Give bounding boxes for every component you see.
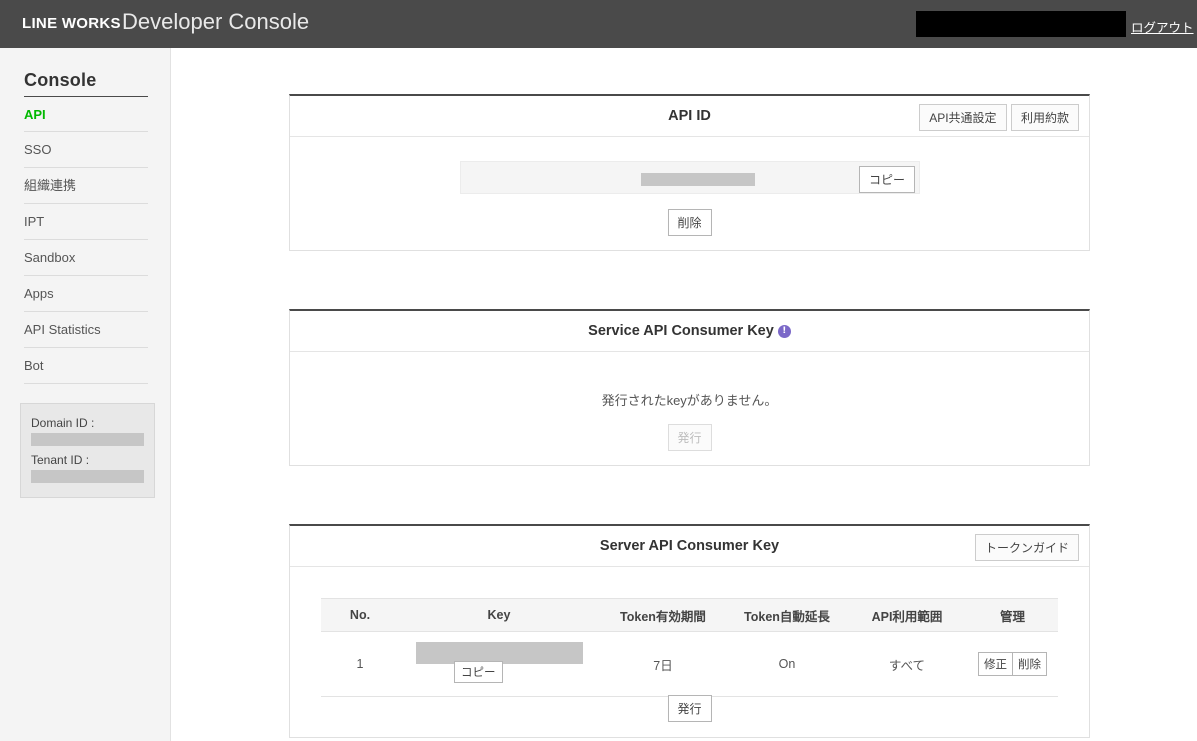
api-id-copy-button[interactable]: コピー (858, 166, 915, 193)
server-key-issue-button[interactable]: 発行 (667, 695, 712, 722)
cell-key: コピー (399, 631, 599, 697)
key-cell-inner: コピー (400, 633, 598, 695)
product-name: Developer Console (122, 9, 310, 34)
sidebar-item-org-link[interactable]: 組織連携 (24, 168, 148, 204)
col-manage: 管理 (967, 598, 1058, 632)
tenant-id-label: Tenant ID : (31, 453, 90, 467)
domain-id-value-masked (31, 433, 144, 446)
logout-link[interactable]: ログアウト (1131, 17, 1194, 36)
api-id-field[interactable]: コピー (460, 161, 920, 194)
server-key-table: No. Key Token有効期間 Token自動延長 API利用範囲 管理 1 (321, 598, 1058, 697)
server-key-table-body: 1 コピー 7日 On すべて 修正 削除 (321, 631, 1058, 697)
sidebar-item-sandbox[interactable]: Sandbox (24, 240, 148, 276)
brand-logo: LINE WORKS (22, 15, 121, 32)
sidebar-item-api-statistics[interactable]: API Statistics (24, 312, 148, 348)
panel-api-id: API ID API共通設定 利用約款 コピー 削除 (289, 94, 1090, 251)
table-row: 1 コピー 7日 On すべて 修正 削除 (321, 631, 1058, 697)
table-header-row: No. Key Token有効期間 Token自動延長 API利用範囲 管理 (321, 598, 1058, 632)
domain-id-label: Domain ID : (31, 416, 95, 430)
info-icon[interactable]: ! (777, 325, 791, 338)
col-no: No. (321, 598, 399, 632)
sidebar-item-apps[interactable]: Apps (24, 276, 148, 312)
service-key-empty-message: 発行されたkeyがありません。 (601, 393, 778, 408)
tenant-info-box: Domain ID : Tenant ID : (20, 403, 155, 498)
col-key: Key (399, 598, 599, 632)
panel-service-key-title: Service API Consumer Key! (290, 311, 1089, 351)
token-guide-button[interactable]: トークンガイド (974, 534, 1079, 561)
panel-service-api-consumer-key: Service API Consumer Key! 発行されたkeyがありません… (289, 309, 1090, 466)
cell-no: 1 (321, 631, 399, 697)
sidebar-title: Console (24, 70, 97, 90)
cell-api-scope: すべて (847, 631, 967, 697)
panel-api-id-header: API ID API共通設定 利用約款 (290, 96, 1089, 137)
server-key-table-head: No. Key Token有効期間 Token自動延長 API利用範囲 管理 (321, 598, 1058, 632)
panel-service-key-body: 発行されたkeyがありません。 発行 (290, 352, 1089, 465)
panel-service-key-title-text: Service API Consumer Key (588, 323, 774, 339)
panel-service-key-header: Service API Consumer Key! (290, 311, 1089, 352)
manage-button-group: 修正 削除 (978, 652, 1047, 676)
panel-server-key-actions: トークンガイド (974, 534, 1079, 561)
service-key-issue-button[interactable]: 発行 (667, 424, 712, 451)
server-key-copy-button[interactable]: コピー (454, 661, 503, 683)
panel-server-key-title: Server API Consumer Key (599, 538, 780, 554)
server-key-delete-button[interactable]: 削除 (1013, 652, 1047, 676)
cell-token-auto-extend: On (727, 631, 847, 697)
account-name-masked (916, 11, 1126, 37)
panel-api-id-actions: API共通設定 利用約款 (919, 104, 1079, 131)
api-id-value-masked (641, 173, 755, 186)
panel-server-key-body: No. Key Token有効期間 Token自動延長 API利用範囲 管理 1 (290, 567, 1089, 737)
sidebar-item-ipt[interactable]: IPT (24, 204, 148, 240)
sidebar-nav: API SSO 組織連携 IPT Sandbox Apps API Statis… (24, 96, 148, 384)
sidebar-item-api[interactable]: API (24, 96, 148, 132)
main-content: API ID API共通設定 利用約款 コピー 削除 Service API C… (171, 48, 1197, 741)
tenant-id-value-masked (31, 470, 144, 483)
app-header: LINE WORKS Developer Console ログアウト (0, 0, 1197, 48)
sidebar: Console API SSO 組織連携 IPT Sandbox Apps AP… (0, 48, 171, 741)
panel-api-id-body: コピー 削除 (290, 137, 1089, 250)
col-api-scope: API利用範囲 (847, 598, 967, 632)
sidebar-item-sso[interactable]: SSO (24, 132, 148, 168)
server-key-edit-button[interactable]: 修正 (978, 652, 1013, 676)
cell-manage: 修正 削除 (967, 631, 1058, 697)
panel-server-api-consumer-key: Server API Consumer Key トークンガイド No. Key … (289, 524, 1090, 738)
col-token-auto-extend: Token自動延長 (727, 598, 847, 632)
col-token-expiry: Token有効期間 (599, 598, 727, 632)
terms-of-use-button[interactable]: 利用約款 (1010, 104, 1079, 131)
cell-token-expiry: 7日 (599, 631, 727, 697)
sidebar-item-bot[interactable]: Bot (24, 348, 148, 384)
panel-server-key-header: Server API Consumer Key トークンガイド (290, 526, 1089, 567)
api-id-delete-button[interactable]: 削除 (667, 209, 712, 236)
api-common-settings-button[interactable]: API共通設定 (919, 104, 1007, 131)
